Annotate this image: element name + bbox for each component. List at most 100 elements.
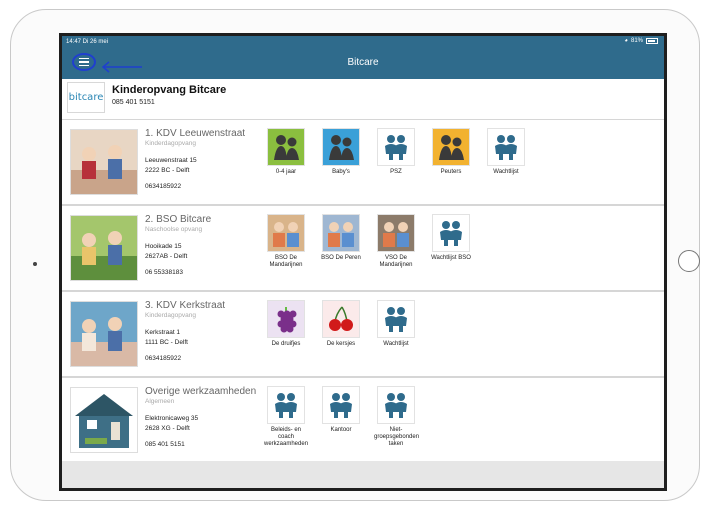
empty-area <box>62 461 664 488</box>
location-title: 2. BSO Bitcare <box>145 214 212 225</box>
cherries-icon <box>322 300 360 338</box>
location-street: Elektronicaweg 35 <box>145 415 199 422</box>
group-label: Kantoor <box>330 427 352 433</box>
location-city: 1111 BC - Delft <box>145 339 188 346</box>
battery-percent: 81% <box>630 38 643 44</box>
status-bar: 14:47 Di 26 mei ◕ 81% <box>62 36 664 48</box>
wifi-icon: ◕ <box>624 38 628 44</box>
location-photo <box>70 215 138 281</box>
children-photo-icon <box>322 214 360 252</box>
location-phone: 0634185922 <box>145 355 182 362</box>
people-icon <box>322 386 360 424</box>
organization-phone: 085 401 5151 <box>112 99 155 106</box>
group-tile[interactable]: BSO De Peren <box>320 214 362 269</box>
children-photo-icon <box>377 214 415 252</box>
bitcare-logo: bitcare <box>67 82 105 113</box>
group-label: Wachtlijst <box>493 169 519 175</box>
group-tile[interactable]: Wachtlijst BSO <box>430 214 472 269</box>
toddler-dark-icon <box>432 128 470 166</box>
people-icon <box>377 386 415 424</box>
location-phone: 06 55338183 <box>145 269 183 276</box>
location-city: 2628 XG - Delft <box>145 425 190 432</box>
group-tile[interactable]: 0-4 jaar <box>265 128 307 176</box>
group-tile[interactable]: PSZ <box>375 128 417 176</box>
baby-dark-icon <box>322 128 360 166</box>
home-button[interactable] <box>678 250 700 272</box>
group-label: Wachtlijst <box>383 341 409 347</box>
location-type: Kinderdagopvang <box>145 312 196 319</box>
location-info: 3. KDV Kerkstraat Kinderdagopvang Kerkstra… <box>145 300 265 362</box>
group-tile[interactable]: De kersjes <box>320 300 362 348</box>
nav-bar: Bitcare <box>62 48 664 79</box>
group-label: PSZ <box>390 169 402 175</box>
app-screen: 14:47 Di 26 mei ◕ 81% Bitcare bitcare Ki… <box>59 33 667 491</box>
group-label: 0-4 jaar <box>275 169 297 175</box>
people-icon <box>377 128 415 166</box>
kids-dark-icon <box>267 128 305 166</box>
location-street: Hooikade 15 <box>145 243 182 250</box>
children-photo-icon <box>267 214 305 252</box>
location-title: 3. KDV Kerkstraat <box>145 300 226 311</box>
location-address: Elektronicaweg 35 2628 XG - Delft <box>145 414 265 434</box>
group-tile[interactable]: Peuters <box>430 128 472 176</box>
location-info: 2. BSO Bitcare Naschoolse opvang Hooikade … <box>145 214 265 276</box>
location-photo <box>70 129 138 195</box>
group-tile[interactable]: BSO De Mandarijnen <box>265 214 307 269</box>
location-row[interactable]: 3. KDV Kerkstraat Kinderdagopvang Kerkstra… <box>62 291 664 377</box>
group-tile[interactable]: Wachtlijst <box>375 300 417 348</box>
location-photo <box>70 301 138 367</box>
location-type: Algemeen <box>145 398 175 405</box>
group-tile[interactable]: Niet-groepsgebonden taken <box>374 386 420 448</box>
group-label: De druifjes <box>271 341 301 347</box>
location-title: Overige werkzaamheden <box>145 386 257 397</box>
status-right: ◕ 81% <box>624 38 658 44</box>
group-tile[interactable]: De druifjes <box>265 300 307 348</box>
group-tile[interactable]: Kantoor <box>320 386 362 448</box>
location-info: Overige werkzaamheden Algemeen Elektronica… <box>145 386 265 448</box>
location-phone: 0634185922 <box>145 183 182 190</box>
location-street: Kerkstraat 1 <box>145 329 181 336</box>
people-icon <box>432 214 470 252</box>
location-row[interactable]: 2. BSO Bitcare Naschoolse opvang Hooikade … <box>62 205 664 291</box>
group-label: Niet-groepsgebonden taken <box>374 427 420 447</box>
group-list: Beleids- en coach werkzaamheden Kantoor Ni… <box>264 386 420 448</box>
group-label: Wachtlijst BSO <box>431 255 471 261</box>
group-label: BSO De Mandarijnen <box>269 255 303 268</box>
location-address: Kerkstraat 1 1111 BC - Delft <box>145 328 265 348</box>
grapes-icon <box>267 300 305 338</box>
group-list: 0-4 jaar Baby's PSZ Peuters Wachtlijst <box>265 128 527 176</box>
location-photo <box>70 387 138 453</box>
camera-dot <box>33 262 37 266</box>
group-list: De druifjes De kersjes Wachtlijst <box>265 300 417 348</box>
group-tile[interactable]: Beleids- en coach werkzaamheden <box>264 386 309 448</box>
people-icon <box>377 300 415 338</box>
location-type: Naschoolse opvang <box>145 226 203 233</box>
location-address: Leeuwenstraat 15 2222 BC - Delft <box>145 156 265 176</box>
group-label: De kersjes <box>326 341 356 347</box>
location-row[interactable]: Overige werkzaamheden Algemeen Elektronica… <box>62 377 664 463</box>
group-tile[interactable]: Wachtlijst <box>485 128 527 176</box>
group-tile[interactable]: Baby's <box>320 128 362 176</box>
location-row[interactable]: 1. KDV Leeuwenstraat Kinderdagopvang Leeuw… <box>62 119 664 205</box>
people-icon <box>267 386 305 424</box>
status-time: 14:47 Di 26 mei <box>66 39 109 45</box>
group-tile[interactable]: VSO De Mandarijnen <box>375 214 417 269</box>
group-label: BSO De Peren <box>321 255 361 261</box>
location-address: Hooikade 15 2627AB - Delft <box>145 242 265 262</box>
people-icon <box>487 128 525 166</box>
group-label: VSO De Mandarijnen <box>379 255 413 268</box>
location-city: 2222 BC - Delft <box>145 167 190 174</box>
location-info: 1. KDV Leeuwenstraat Kinderdagopvang Leeuw… <box>145 128 265 190</box>
location-title: 1. KDV Leeuwenstraat <box>145 128 246 139</box>
organization-name: Kinderopvang Bitcare <box>112 84 227 96</box>
location-phone: 085 401 5151 <box>145 441 185 448</box>
location-street: Leeuwenstraat 15 <box>145 157 197 164</box>
battery-icon <box>646 38 658 44</box>
location-type: Kinderdagopvang <box>145 140 196 147</box>
group-label: Beleids- en coach werkzaamheden <box>264 427 309 447</box>
group-label: Peuters <box>440 169 462 175</box>
group-list: BSO De Mandarijnen BSO De Peren VSO De Man… <box>265 214 472 269</box>
group-label: Baby's <box>332 169 350 175</box>
nav-title: Bitcare <box>347 57 379 68</box>
organization-header[interactable]: bitcare Kinderopvang Bitcare 085 401 515… <box>62 79 664 120</box>
